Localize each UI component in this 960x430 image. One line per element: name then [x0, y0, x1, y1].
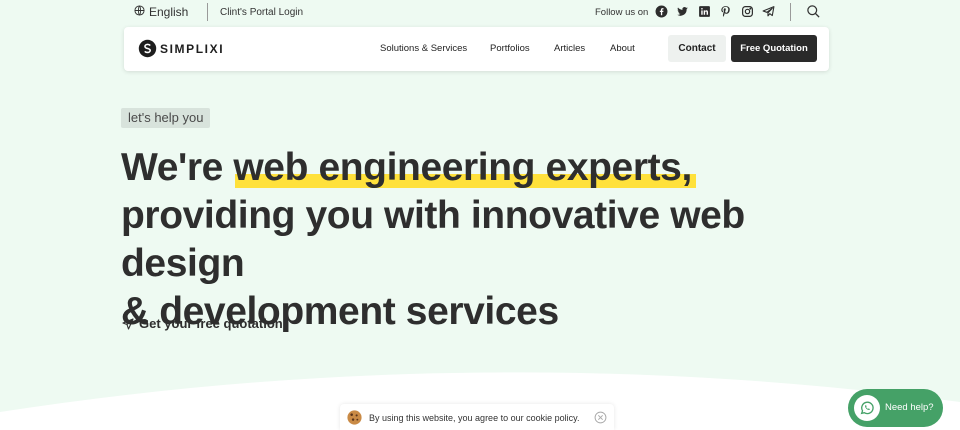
contact-button[interactable]: Contact	[668, 35, 726, 62]
nav-item-solutions[interactable]: Solutions & Services	[380, 43, 467, 54]
search-icon[interactable]	[806, 4, 821, 19]
facebook-icon[interactable]	[655, 5, 668, 18]
cookie-message: By using this website, you agree to our …	[369, 413, 580, 423]
close-icon[interactable]	[594, 411, 607, 424]
logo-mark-icon	[138, 39, 157, 58]
free-quotation-link[interactable]: Get your free quotation	[122, 316, 283, 331]
paper-plane-icon	[122, 317, 134, 330]
twitter-icon[interactable]	[676, 5, 689, 18]
site-logo[interactable]: SIMPLIXI	[138, 39, 224, 58]
need-help-button[interactable]: Need help?	[848, 389, 943, 427]
instagram-icon[interactable]	[741, 5, 754, 18]
portal-login-link[interactable]: Clint's Portal Login	[220, 7, 303, 18]
cookie-banner: By using this website, you agree to our …	[340, 404, 614, 430]
language-selector[interactable]: English	[134, 5, 188, 19]
headline-prefix: We're	[121, 146, 234, 189]
cta-label: Get your free quotation	[139, 316, 283, 331]
need-help-label: Need help?	[885, 402, 934, 413]
headline-line-1: We're web engineering experts,	[121, 144, 861, 192]
logo-text: SIMPLIXI	[160, 41, 225, 56]
main-navigation: SIMPLIXI Solutions & Services Portfolios…	[124, 27, 829, 71]
headline-highlight: web engineering experts,	[233, 144, 696, 192]
divider	[790, 3, 791, 21]
divider	[207, 3, 208, 21]
follow-us-label: Follow us on	[595, 7, 649, 18]
nav-item-portfolios[interactable]: Portfolios	[490, 43, 530, 54]
telegram-icon[interactable]	[762, 5, 775, 18]
whatsapp-icon	[854, 395, 880, 421]
linkedin-icon[interactable]	[698, 5, 711, 18]
globe-icon	[134, 5, 145, 19]
pinterest-icon[interactable]	[719, 5, 732, 18]
hero-headline: We're web engineering experts, providing…	[121, 144, 861, 336]
headline-line-2: providing you with innovative web design	[121, 194, 745, 285]
language-label: English	[149, 5, 189, 19]
top-utility-bar: English Clint's Portal Login Follow us o…	[0, 0, 960, 25]
nav-item-about[interactable]: About	[610, 43, 635, 54]
nav-item-articles[interactable]: Articles	[554, 43, 585, 54]
free-quotation-button[interactable]: Free Quotation	[731, 35, 817, 62]
headline-highlight-text: web engineering experts,	[233, 146, 692, 189]
cookie-icon	[346, 409, 363, 426]
hero-tag: let's help you	[121, 108, 211, 128]
